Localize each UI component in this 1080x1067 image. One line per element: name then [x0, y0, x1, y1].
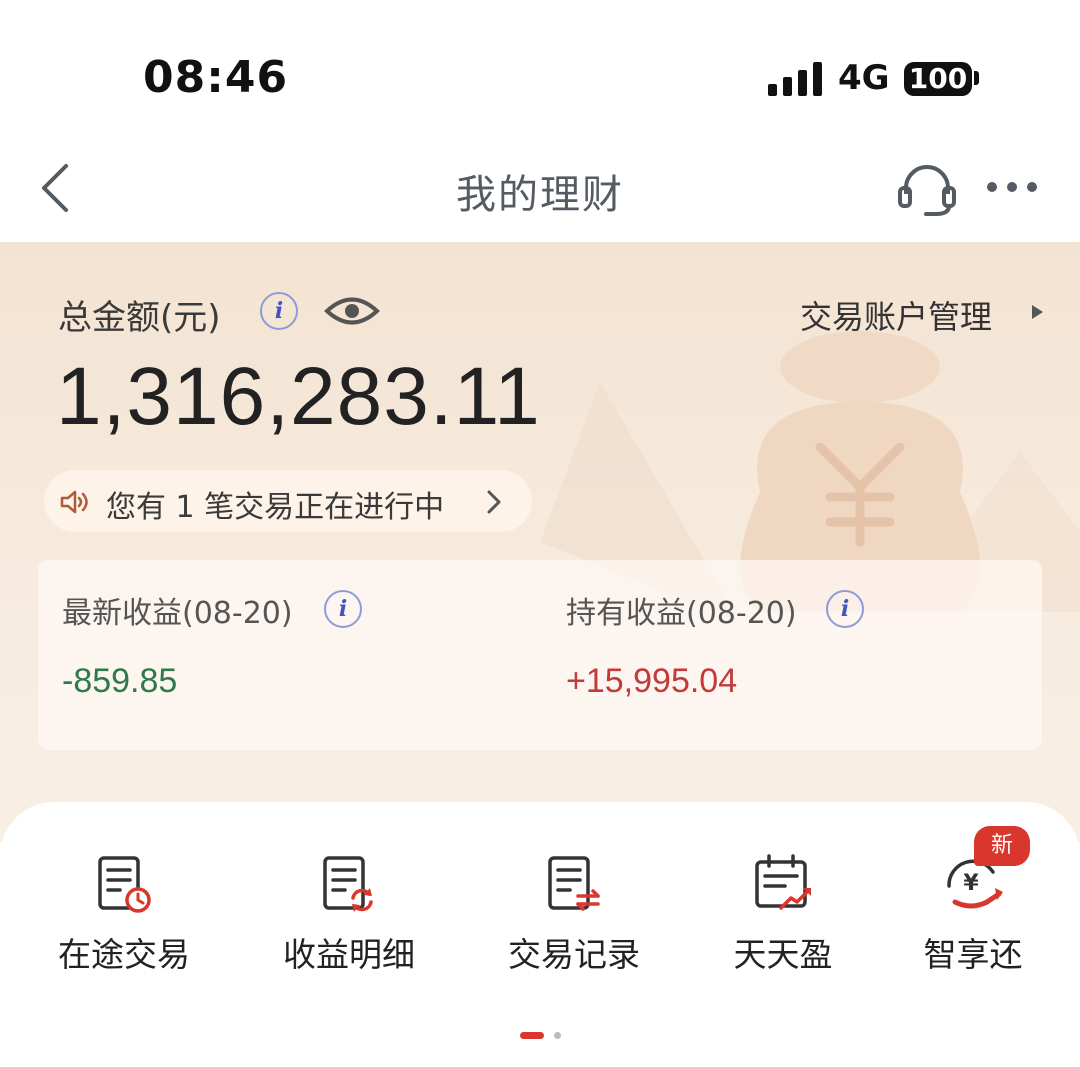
- page-indicator-active-dot: [520, 1032, 544, 1039]
- speaker-icon: [60, 490, 88, 514]
- holding-earnings-info-icon[interactable]: i: [826, 590, 864, 628]
- new-badge: 新: [974, 826, 1030, 866]
- asset-summary: 总金额(元) i 交易账户管理 1,316,283.11 您有 1 笔交易正在进…: [0, 242, 1080, 842]
- quick-action-earnings-detail[interactable]: 收益明细: [259, 852, 439, 982]
- svg-text:¥: ¥: [963, 871, 979, 896]
- pending-trade-notice[interactable]: 您有 1 笔交易正在进行中: [44, 470, 532, 532]
- total-amount-label: 总金额(元): [58, 298, 221, 338]
- my-wealth-screen: 08:46 4G 100 我的理财 总金额(元) i 交易账户管理 1,316,…: [0, 0, 1080, 1067]
- quick-actions-panel: 在途交易 收益明细 交易记录 天天盈 ¥ 智享还 新: [0, 802, 1080, 1067]
- earnings-detail-icon: [323, 856, 373, 912]
- headset-icon[interactable]: [896, 160, 958, 218]
- quick-action-label: 在途交易: [58, 935, 190, 974]
- quick-action-in-transit-trade[interactable]: 在途交易: [34, 852, 214, 982]
- battery-tip: [974, 71, 979, 85]
- chevron-right-icon: [487, 490, 501, 514]
- status-time: 08:46: [143, 52, 289, 103]
- earnings-card: 最新收益(08-20) i -859.85 持有收益(08-20) i +15,…: [38, 560, 1042, 750]
- pending-trade-text: 您有 1 笔交易正在进行中: [106, 490, 445, 525]
- latest-earnings-info-icon[interactable]: i: [324, 590, 362, 628]
- quick-action-label: 交易记录: [508, 935, 640, 974]
- eye-icon[interactable]: [324, 292, 380, 330]
- signal-icon: [768, 62, 822, 96]
- holding-earnings-label: 持有收益(08-20): [566, 596, 797, 631]
- in-transit-trade-icon: [98, 856, 151, 913]
- daily-profit-icon: [755, 854, 811, 910]
- total-amount-value: 1,316,283.11: [56, 351, 541, 442]
- status-bar: 08:46 4G 100: [0, 0, 1080, 140]
- quick-action-label: 天天盈: [733, 935, 833, 974]
- trade-record-icon: [548, 856, 600, 911]
- page-indicator-dot: [554, 1032, 561, 1039]
- latest-earnings-value: -859.85: [62, 662, 178, 700]
- info-icon[interactable]: i: [260, 292, 298, 330]
- trade-account-manage-link[interactable]: 交易账户管理: [800, 292, 992, 338]
- latest-earnings-label: 最新收益(08-20): [62, 596, 293, 631]
- quick-action-daily-profit[interactable]: 天天盈: [693, 852, 873, 982]
- network-type: 4G: [838, 58, 890, 98]
- quick-action-label: 智享还: [923, 935, 1023, 974]
- triangle-right-icon[interactable]: [1030, 304, 1044, 320]
- quick-action-label: 收益明细: [283, 935, 415, 974]
- quick-action-trade-record[interactable]: 交易记录: [484, 852, 664, 982]
- quick-action-smart-repay[interactable]: ¥ 智享还: [883, 852, 1063, 982]
- more-icon[interactable]: [984, 176, 1040, 198]
- nav-bar: 我的理财: [0, 140, 1080, 242]
- battery-icon: 100: [904, 62, 972, 96]
- page-indicator: [520, 1032, 568, 1040]
- holding-earnings-value: +15,995.04: [566, 662, 738, 700]
